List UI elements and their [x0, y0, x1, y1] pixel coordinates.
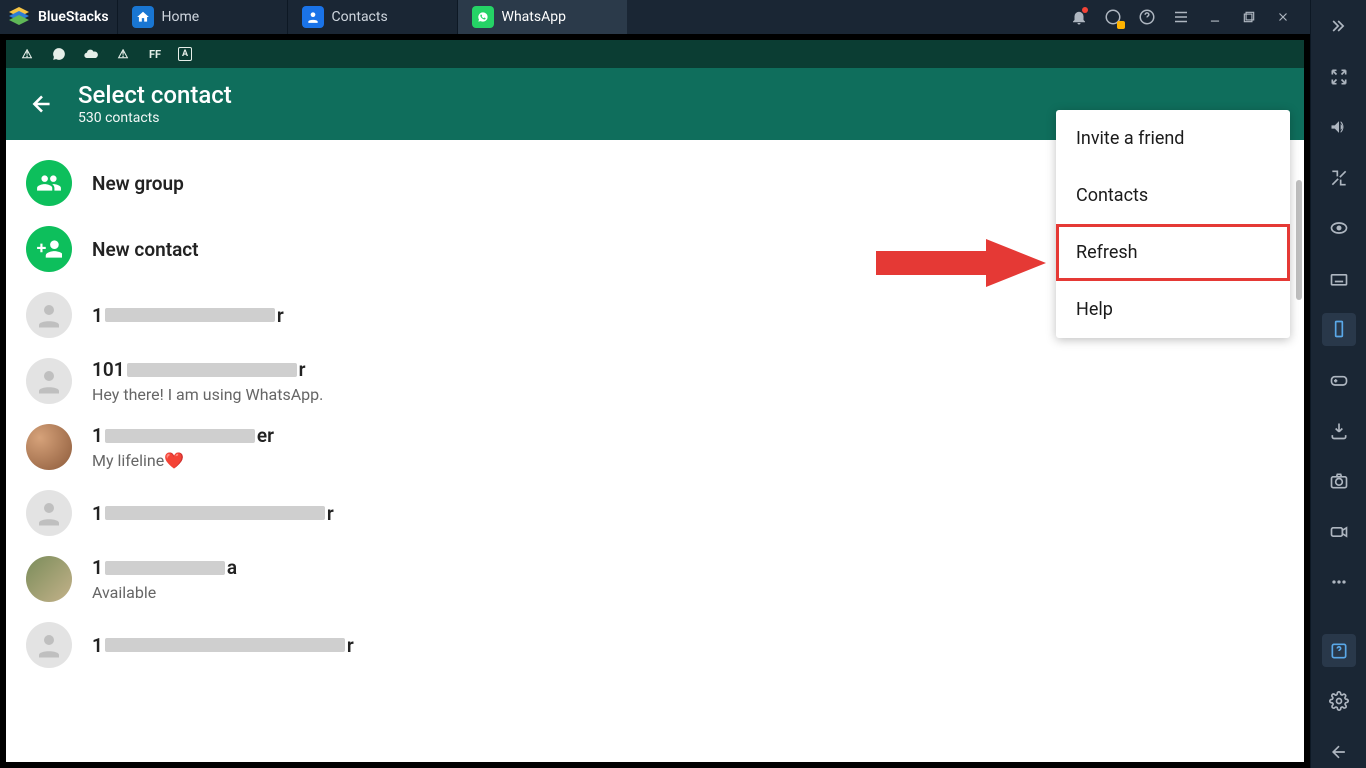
record-icon[interactable]	[1322, 515, 1356, 548]
contact-row[interactable]: 1a Available	[6, 546, 1304, 612]
menu-item-help[interactable]: Help	[1056, 281, 1290, 338]
app-frame: ⚠ ⚠ FF A Select contact 530 contacts New…	[0, 34, 1310, 768]
warning-icon: ⚠	[18, 45, 36, 63]
titlebar: BlueStacks Home Contacts WhatsApp	[0, 0, 1310, 34]
tab-contacts-label: Contacts	[332, 9, 388, 25]
tab-whatsapp-label: WhatsApp	[502, 9, 566, 25]
contact-status: Available	[92, 583, 237, 602]
location-icon[interactable]	[1322, 162, 1356, 195]
avatar	[26, 490, 72, 536]
home-icon	[132, 6, 154, 28]
group-icon	[26, 160, 72, 206]
contact-row[interactable]: 1r	[6, 612, 1304, 678]
scrollbar[interactable]	[1296, 180, 1302, 300]
collapse-panel-icon[interactable]	[1322, 10, 1356, 43]
brand-name: BlueStacks	[38, 9, 109, 25]
contact-row[interactable]: 1er My lifeline❤️	[6, 414, 1304, 480]
contact-name: 1a	[92, 556, 237, 579]
coins-icon[interactable]	[1102, 6, 1124, 28]
contact-status: My lifeline❤️	[92, 451, 274, 470]
help-icon[interactable]	[1136, 6, 1158, 28]
contact-name: 1r	[92, 304, 284, 327]
contact-name: 1r	[92, 502, 334, 525]
android-status-bar: ⚠ ⚠ FF A	[6, 40, 1304, 68]
avatar	[26, 424, 72, 470]
avatar	[26, 556, 72, 602]
whatsapp-icon	[472, 6, 494, 28]
contact-row[interactable]: 1r	[6, 480, 1304, 546]
avatar	[26, 622, 72, 668]
add-contact-icon	[26, 226, 72, 272]
overflow-menu: Invite a friendContactsRefreshHelp	[1056, 110, 1290, 338]
tab-home-label: Home	[162, 9, 200, 25]
menu-item-refresh[interactable]: Refresh	[1056, 224, 1290, 281]
contact-row[interactable]: 101r Hey there! I am using WhatsApp.	[6, 348, 1304, 414]
volume-icon[interactable]	[1322, 111, 1356, 144]
menu-item-invite-a-friend[interactable]: Invite a friend	[1056, 110, 1290, 167]
new-contact-label: New contact	[92, 238, 199, 261]
cloud-icon	[82, 45, 100, 63]
new-group-label: New group	[92, 172, 184, 195]
contact-status: Hey there! I am using WhatsApp.	[92, 385, 323, 404]
fullscreen-icon[interactable]	[1322, 61, 1356, 94]
whatsapp-small-icon	[50, 45, 68, 63]
keyboard-icon[interactable]	[1322, 263, 1356, 296]
bluestacks-logo-icon	[6, 4, 32, 30]
titlebar-right	[1068, 6, 1304, 28]
back-button[interactable]	[24, 86, 60, 122]
eye-icon[interactable]	[1322, 212, 1356, 245]
minimize-icon[interactable]	[1204, 6, 1226, 28]
contact-name: 101r	[92, 358, 323, 381]
avatar	[26, 292, 72, 338]
maximize-icon[interactable]	[1238, 6, 1260, 28]
warning2-icon: ⚠	[114, 45, 132, 63]
tab-home[interactable]: Home	[117, 0, 287, 34]
app-tabs: Home Contacts WhatsApp	[117, 0, 627, 34]
gamepad-icon[interactable]	[1322, 364, 1356, 397]
a-box-icon: A	[178, 47, 192, 61]
settings-icon[interactable]	[1322, 685, 1356, 718]
avatar	[26, 358, 72, 404]
tab-contacts[interactable]: Contacts	[287, 0, 457, 34]
notifications-icon[interactable]	[1068, 6, 1090, 28]
more-icon[interactable]	[1322, 566, 1356, 599]
contact-name: 1r	[92, 634, 354, 657]
menu-icon[interactable]	[1170, 6, 1192, 28]
menu-item-contacts[interactable]: Contacts	[1056, 167, 1290, 224]
ff-icon: FF	[146, 45, 164, 63]
close-icon[interactable]	[1272, 6, 1294, 28]
right-side-panel	[1310, 0, 1366, 768]
tab-whatsapp[interactable]: WhatsApp	[457, 0, 627, 34]
camera-icon[interactable]	[1322, 465, 1356, 498]
whatsapp-app: ⚠ ⚠ FF A Select contact 530 contacts New…	[6, 40, 1304, 762]
contact-name: 1er	[92, 424, 274, 447]
page-title: Select contact	[78, 82, 232, 108]
page-subtitle: 530 contacts	[78, 110, 232, 126]
install-apk-icon[interactable]	[1322, 414, 1356, 447]
back-nav-icon[interactable]	[1322, 735, 1356, 768]
phone-icon[interactable]	[1322, 313, 1356, 346]
contacts-icon	[302, 6, 324, 28]
help-square-icon[interactable]	[1322, 634, 1356, 667]
annotation-arrow-icon	[876, 235, 1046, 295]
